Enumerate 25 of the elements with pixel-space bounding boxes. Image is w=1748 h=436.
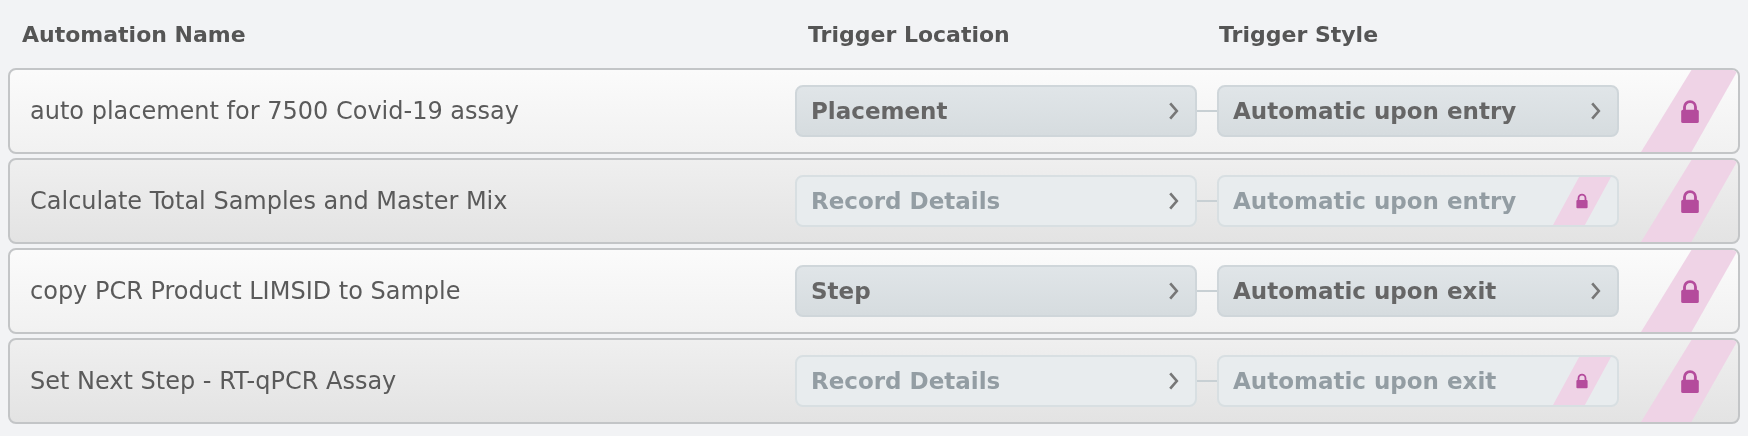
chevron-icon xyxy=(1590,281,1601,301)
chevron-icon xyxy=(1590,101,1601,121)
lock-icon xyxy=(1678,188,1701,214)
column-header: Trigger Location xyxy=(807,21,1011,47)
lock-icon xyxy=(1678,278,1701,304)
automation-name: auto placement for 7500 Covid-19 assay xyxy=(30,97,520,125)
chevron-icon xyxy=(1168,101,1179,121)
automation-row[interactable]: copy PCR Product LIMSID to Sample Step Automatic upon exit xyxy=(8,248,1740,334)
chevron-icon xyxy=(1168,281,1179,301)
trigger-location-select[interactable]: Step xyxy=(795,265,1197,317)
chevron-icon xyxy=(1168,191,1179,211)
lock-icon xyxy=(1678,98,1701,124)
trigger-style-select[interactable]: Automatic upon exit xyxy=(1217,265,1619,317)
trigger-location-select[interactable]: Placement xyxy=(795,85,1197,137)
lock-icon xyxy=(1575,193,1589,209)
trigger-style-select[interactable]: Automatic upon entry xyxy=(1217,85,1619,137)
automation-name: Calculate Total Samples and Master Mix xyxy=(30,187,509,215)
column-header: Trigger Style xyxy=(1218,21,1379,47)
column-header: Automation Name xyxy=(22,21,247,47)
lock-icon xyxy=(1575,373,1589,389)
chevron-icon xyxy=(1168,371,1179,391)
automation-row[interactable]: auto placement for 7500 Covid-19 assay Placement Automatic upon entry xyxy=(8,68,1740,154)
lock-icon xyxy=(1678,368,1701,394)
automation-name: Set Next Step - RT-qPCR Assay xyxy=(30,367,398,395)
automation-name: copy PCR Product LIMSID to Sample xyxy=(30,277,462,305)
